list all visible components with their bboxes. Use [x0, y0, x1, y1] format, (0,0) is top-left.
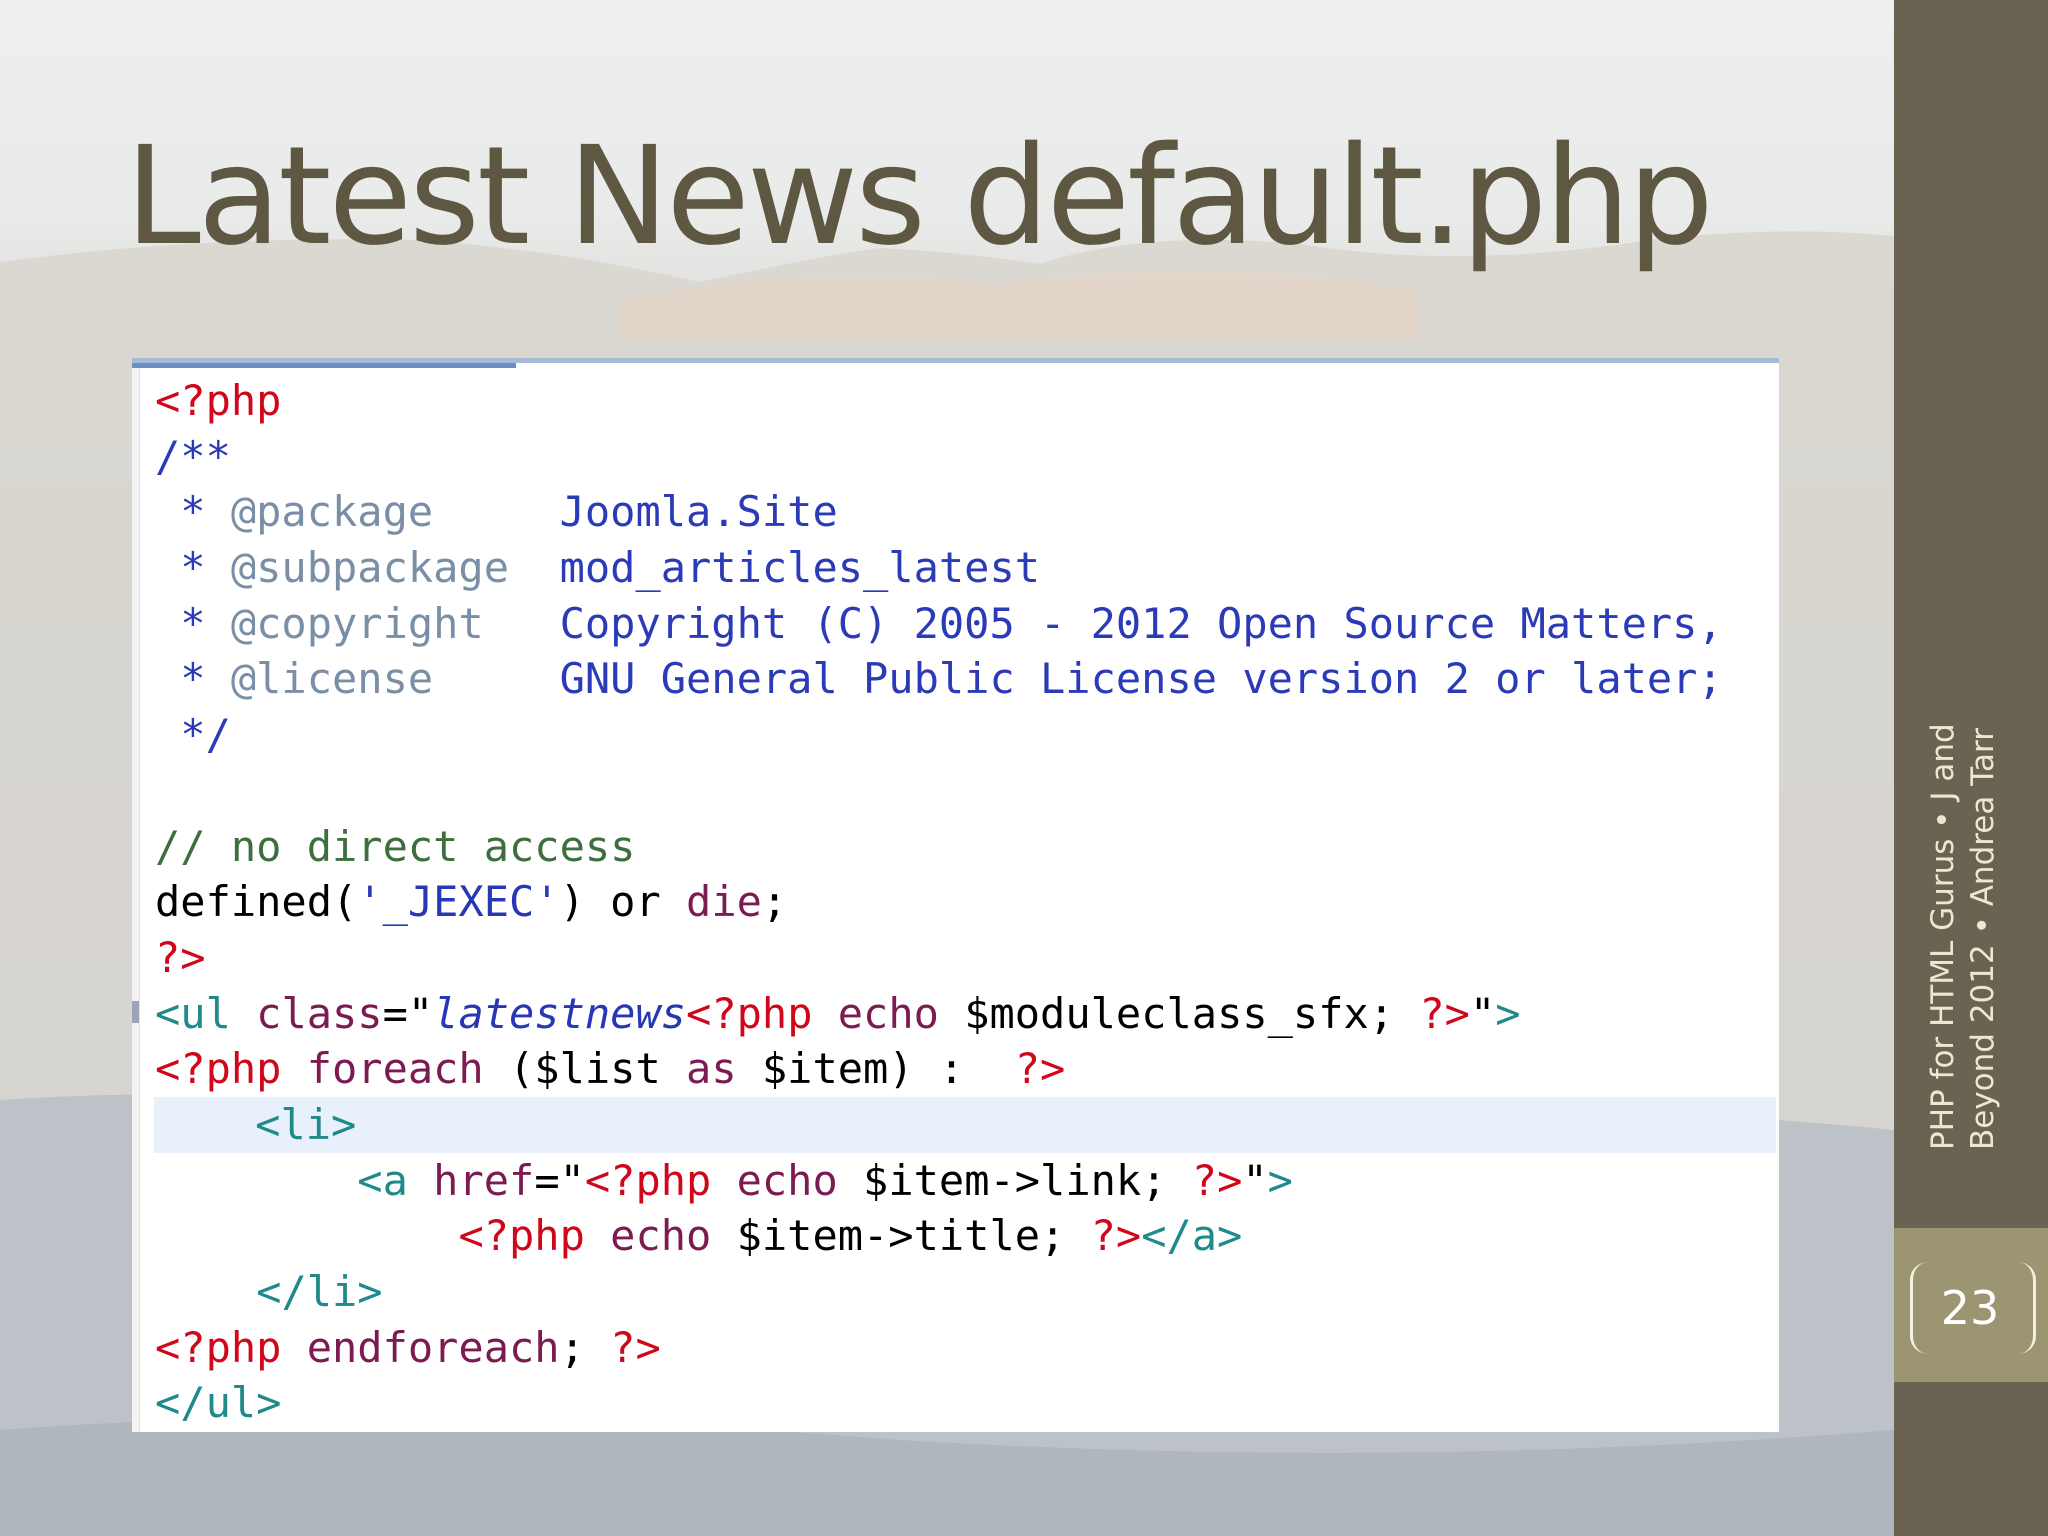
- code-line: <?php echo $item->title; ?></a>: [155, 1208, 1776, 1264]
- code-line: */: [155, 707, 1776, 763]
- code-line: <ul class="latestnews<?php echo $modulec…: [155, 986, 1776, 1042]
- code-line: // no direct access: [155, 819, 1776, 875]
- code-token: ?>: [1191, 1155, 1243, 1205]
- code-token: */: [155, 710, 231, 760]
- code-line: /**: [155, 429, 1776, 485]
- code-token: <?php: [155, 376, 282, 425]
- code-token: /**: [155, 431, 231, 481]
- editor-gutter: [132, 368, 140, 1432]
- code-token: *: [155, 487, 231, 537]
- code-token: defined(: [155, 877, 358, 927]
- slide-title: Latest News default.php: [125, 118, 1714, 276]
- code-token: ;: [559, 1322, 611, 1372]
- code-token: @copyright: [230, 598, 484, 648]
- page-number: 23: [1940, 1281, 2000, 1335]
- code-token: <?php: [155, 1044, 307, 1094]
- code-token: =": [534, 1155, 585, 1205]
- code-token: ) or: [559, 877, 687, 927]
- code-token: <a: [357, 1155, 434, 1205]
- code-token: $item) :: [736, 1044, 1015, 1094]
- code-line: * @subpackage mod_articles_latest: [155, 540, 1776, 596]
- code-token: ?>: [1419, 988, 1470, 1038]
- code-token: ?>: [1090, 1211, 1142, 1261]
- code-token: *: [155, 543, 231, 593]
- code-token: <?php: [155, 1322, 307, 1372]
- code-token: <ul: [155, 988, 257, 1038]
- code-token: </a>: [1141, 1211, 1243, 1261]
- code-token: >: [1267, 1155, 1293, 1205]
- code-line: <a href="<?php echo $item->link; ?>">: [155, 1153, 1776, 1209]
- code-line: * @copyright Copyright (C) 2005 - 2012 O…: [155, 596, 1776, 652]
- code-token: endforeach: [306, 1322, 560, 1372]
- code-token: *: [155, 598, 231, 648]
- code-token: echo: [610, 1211, 737, 1261]
- code-token: @package: [230, 487, 434, 537]
- code-token: echo: [736, 1155, 864, 1205]
- code-line: ?>: [155, 930, 1776, 986]
- code-token: ?>: [1014, 1044, 1066, 1094]
- code-line: </ul>: [155, 1375, 1776, 1431]
- code-line: [155, 763, 1776, 819]
- code-token: =": [382, 988, 434, 1038]
- code-line: * @package Joomla.Site: [155, 484, 1776, 540]
- code-token: die: [686, 877, 762, 927]
- code-token: $moduleclass_sfx;: [964, 988, 1420, 1038]
- code-token: as: [686, 1044, 737, 1094]
- code-token: </ul>: [155, 1378, 282, 1428]
- code-token: >: [1495, 988, 1521, 1038]
- code-screenshot: <?php /** * @package Joomla.Site * @subpa…: [132, 358, 1779, 1432]
- code-token: </li>: [256, 1267, 383, 1316]
- code-token: // no direct access: [155, 821, 636, 871]
- code-line: <?php endforeach; ?>: [155, 1320, 1776, 1376]
- code-token: <?php: [686, 988, 838, 1038]
- code-token: *: [155, 654, 231, 704]
- code-line: defined('_JEXEC') or die;: [155, 874, 1776, 930]
- fold-marker-icon: [132, 1001, 139, 1023]
- code-token: Copyright (C) 2005 - 2012 Open Source Ma…: [483, 598, 1723, 648]
- code-token: href: [433, 1155, 535, 1205]
- php-code-listing: <?php /** * @package Joomla.Site * @subpa…: [154, 373, 1776, 1431]
- code-line: <?php foreach ($list as $item) : ?>: [155, 1041, 1776, 1097]
- code-token: '_JEXEC': [357, 877, 560, 927]
- code-token: $item->title;: [736, 1211, 1091, 1261]
- footer-text: PHP for HTML Gurus • J and Beyond 2012 •…: [1923, 723, 2003, 1150]
- code-token: ;: [761, 877, 788, 927]
- code-token: class: [256, 988, 383, 1038]
- code-token: mod_articles_latest: [509, 543, 1041, 593]
- code-line: <?php: [155, 373, 1776, 429]
- code-line: * @license GNU General Public License ve…: [155, 651, 1776, 707]
- code-token: @subpackage: [230, 543, 510, 593]
- code-line: <li>: [154, 1096, 1776, 1153]
- code-token: ": [1469, 988, 1496, 1038]
- code-line: </li>: [155, 1264, 1776, 1320]
- code-token: latestnews: [433, 988, 687, 1038]
- code-token: <?php: [458, 1211, 611, 1261]
- code-token: <?php: [584, 1155, 737, 1205]
- code-token: $item->link;: [863, 1155, 1192, 1205]
- code-token: ?>: [155, 932, 206, 982]
- code-token: GNU General Public License version 2 or …: [433, 654, 1723, 704]
- code-token: foreach: [306, 1044, 484, 1094]
- code-token: Joomla.Site: [433, 487, 838, 537]
- footer-line-2: Beyond 2012 • Andrea Tarr: [1965, 728, 2001, 1150]
- code-token: ": [1242, 1155, 1268, 1205]
- code-token: ?>: [610, 1322, 661, 1372]
- code-token: <li>: [255, 1099, 357, 1149]
- editor-tab-indicator: [132, 363, 516, 368]
- footer-line-1: PHP for HTML Gurus • J and: [1925, 723, 1961, 1150]
- code-token: ($list: [483, 1044, 687, 1094]
- code-token: @license: [230, 654, 434, 704]
- code-token: echo: [837, 988, 965, 1038]
